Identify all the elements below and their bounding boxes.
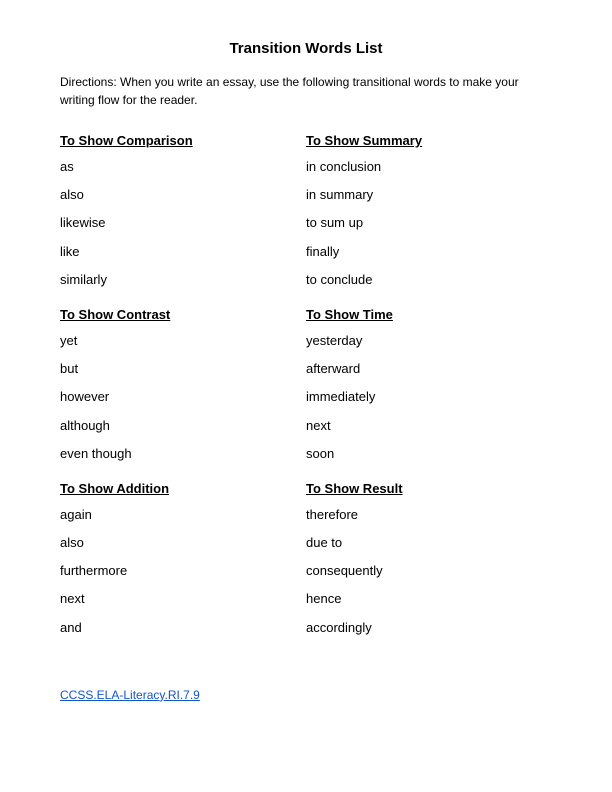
page-title: Transition Words List — [60, 40, 552, 57]
right-word-item: to sum up — [306, 214, 552, 232]
left-word-item: likewise — [60, 214, 306, 232]
right-section-header-1: To Show Time — [306, 307, 552, 322]
right-word-item: therefore — [306, 506, 552, 524]
left-section-header-1: To Show Contrast — [60, 307, 306, 322]
left-word-item: also — [60, 186, 306, 204]
right-word-item: due to — [306, 534, 552, 552]
left-word-item: furthermore — [60, 562, 306, 580]
left-word-item: even though — [60, 445, 306, 463]
left-column: To Show Comparison as also likewise like simi… — [60, 133, 306, 647]
right-word-item: next — [306, 417, 552, 435]
left-word-item: like — [60, 243, 306, 261]
right-word-item: immediately — [306, 388, 552, 406]
right-word-item: soon — [306, 445, 552, 463]
left-word-item: as — [60, 158, 306, 176]
right-word-item: hence — [306, 590, 552, 608]
left-word-item: also — [60, 534, 306, 552]
footer-link[interactable]: CCSS.ELA-Literacy.RI.7.9 — [60, 688, 200, 702]
right-word-item: to conclude — [306, 271, 552, 289]
right-column: To Show Summary in conclusion in summary to… — [306, 133, 552, 647]
left-word-item: again — [60, 506, 306, 524]
right-word-item: in conclusion — [306, 158, 552, 176]
left-word-item: yet — [60, 332, 306, 350]
left-word-item: although — [60, 417, 306, 435]
left-word-item: however — [60, 388, 306, 406]
footer-link-container: CCSS.ELA-Literacy.RI.7.9 — [60, 687, 552, 702]
left-word-item: and — [60, 619, 306, 637]
right-section-header-0: To Show Summary — [306, 133, 552, 148]
left-word-item: next — [60, 590, 306, 608]
left-section-header-0: To Show Comparison — [60, 133, 306, 148]
right-word-item: in summary — [306, 186, 552, 204]
right-section-header-2: To Show Result — [306, 481, 552, 496]
right-word-item: yesterday — [306, 332, 552, 350]
right-word-item: afterward — [306, 360, 552, 378]
left-word-item: but — [60, 360, 306, 378]
right-word-item: accordingly — [306, 619, 552, 637]
right-word-item: consequently — [306, 562, 552, 580]
main-columns: To Show Comparison as also likewise like simi… — [60, 133, 552, 647]
right-word-item: finally — [306, 243, 552, 261]
directions: Directions: When you write an essay, use… — [60, 73, 552, 109]
left-section-header-2: To Show Addition — [60, 481, 306, 496]
left-word-item: similarly — [60, 271, 306, 289]
